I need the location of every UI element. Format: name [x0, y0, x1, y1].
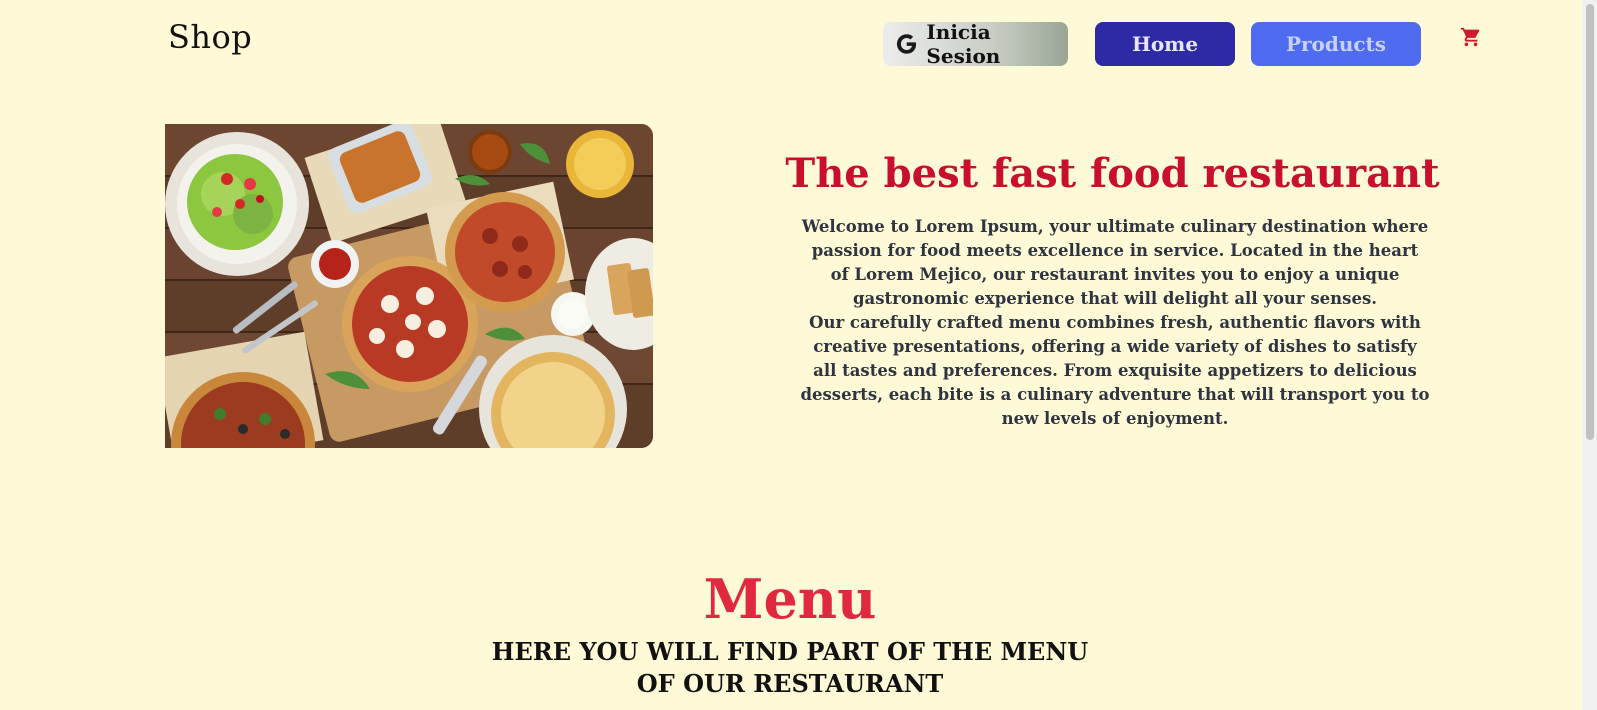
hero-description: Welcome to Lorem Ipsum, your ultimate cu…	[800, 215, 1430, 431]
cart-icon[interactable]	[1460, 26, 1482, 48]
menu-subtitle: HERE YOU WILL FIND PART OF THE MENU OF O…	[491, 637, 1089, 698]
scrollbar-thumb[interactable]	[1586, 4, 1594, 440]
hero-paragraph-2: Our carefully crafted menu combines fres…	[800, 313, 1430, 428]
hero-image	[165, 124, 653, 448]
hero-title: The best fast food restaurant	[785, 150, 1440, 197]
hero-paragraph-1: Welcome to Lorem Ipsum, your ultimate cu…	[801, 217, 1429, 308]
food-table-illustration	[165, 124, 653, 448]
login-button[interactable]: Inicia Sesion	[883, 20, 1068, 68]
home-button[interactable]: Home	[1095, 22, 1235, 66]
menu-title: Menu	[703, 567, 877, 631]
products-button[interactable]: Products	[1251, 22, 1421, 66]
login-label: Inicia Sesion	[926, 20, 1001, 68]
brand-logo[interactable]: Shop	[168, 18, 252, 56]
google-icon	[896, 34, 917, 54]
page: Shop Inicia Sesion Home Products The bes…	[0, 0, 1597, 710]
page-scrollbar[interactable]	[1582, 0, 1597, 710]
